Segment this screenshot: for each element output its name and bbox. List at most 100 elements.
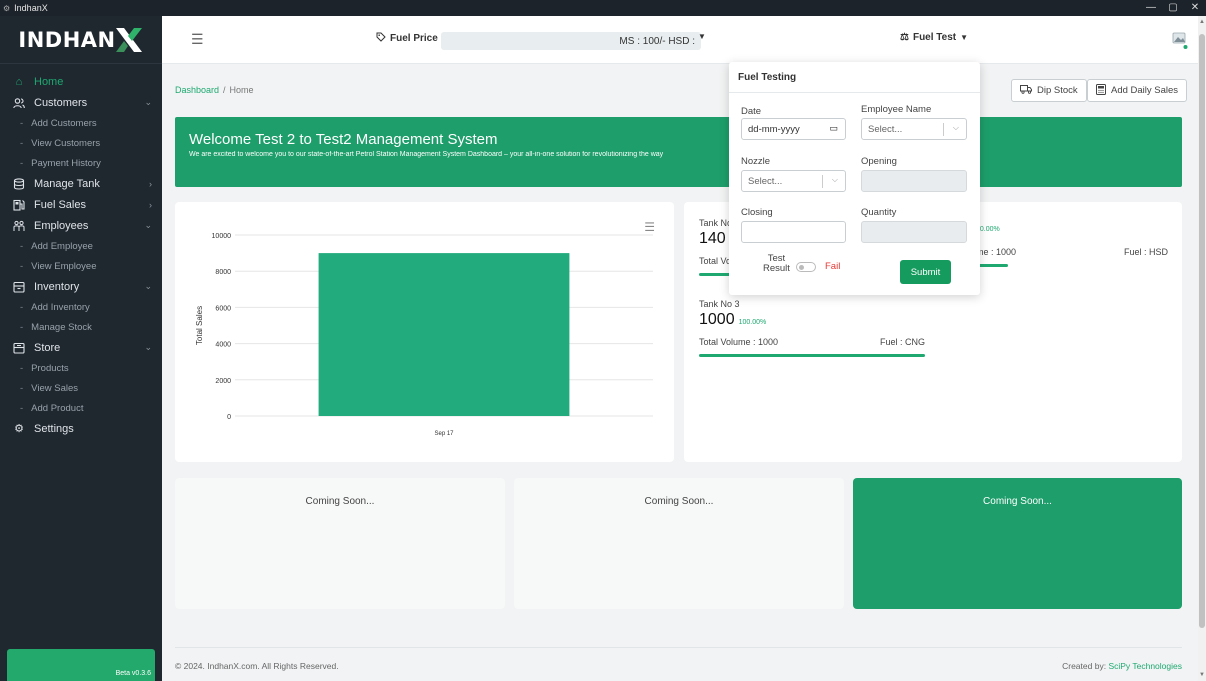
select-divider (822, 175, 823, 188)
sidebar-item-store[interactable]: Store ⌄ (0, 337, 162, 358)
fuel-price-dropdown-icon[interactable]: ▼ (698, 32, 706, 41)
footer-company-link[interactable]: SciPy Technologies (1108, 661, 1182, 671)
app-icon: ⚙ (3, 3, 11, 13)
toggle-knob (799, 265, 804, 270)
breadcrumb-separator: / (223, 85, 226, 95)
coming-soon-card: Coming Soon... (175, 478, 505, 609)
brand-logo[interactable]: INDHAN (0, 16, 162, 64)
page-scrollbar[interactable]: ▲ ▼ (1198, 16, 1206, 681)
dash-icon: - (20, 240, 24, 252)
sidebar-subitem-payment-history[interactable]: - Payment History (0, 153, 162, 173)
dash-icon: - (20, 402, 24, 414)
sidebar-subitem-add-inventory[interactable]: - Add Inventory (0, 297, 162, 317)
employee-name-label: Employee Name (861, 104, 932, 115)
sidebar-subitem-products[interactable]: - Products (0, 358, 162, 378)
nozzle-placeholder: Select... (748, 175, 783, 187)
close-window-button[interactable]: ✕ (1184, 0, 1206, 16)
sidebar-subitem-label: Payment History (31, 157, 101, 169)
sidebar-item-employees[interactable]: Employees ⌄ (0, 215, 162, 236)
sidebar-subitem-add-employee[interactable]: - Add Employee (0, 236, 162, 256)
people-icon (12, 219, 26, 233)
date-input[interactable]: dd-mm-yyyy ▭ (741, 118, 846, 140)
x-tick-label: Sep 17 (434, 431, 454, 437)
sidebar-item-home[interactable]: ⌂ Home (0, 71, 162, 92)
sidebar-item-label: Settings (34, 422, 74, 435)
closing-input[interactable] (741, 221, 846, 243)
quantity-field (861, 221, 967, 243)
beta-badge: Beta v0.3.6 (7, 649, 155, 681)
sidebar-subitem-label: View Sales (31, 382, 78, 394)
sidebar-item-label: Home (34, 75, 64, 88)
tag-icon (376, 32, 386, 45)
sidebar-item-label: Inventory (34, 280, 80, 293)
scrollbar-thumb[interactable] (1199, 34, 1205, 628)
calendar-icon[interactable]: ▭ (829, 123, 838, 134)
closing-label: Closing (741, 207, 773, 218)
scroll-up-icon[interactable]: ▲ (1199, 19, 1205, 25)
submit-button[interactable]: Submit (900, 260, 951, 284)
dash-icon: - (20, 137, 24, 149)
welcome-text: We are excited to welcome you to our sta… (189, 151, 664, 158)
test-result-label: Test Result (763, 254, 790, 274)
tank-volume: Total Volume : 1000 (699, 337, 779, 347)
coming-soon-card: Coming Soon... (853, 478, 1182, 609)
sidebar-item-fuel-sales[interactable]: Fuel Sales › (0, 194, 162, 215)
fuel-test-button[interactable]: ⚖ Fuel Test ▼ (900, 32, 968, 43)
nozzle-label: Nozzle (741, 156, 771, 167)
dash-icon: - (20, 301, 24, 313)
maximize-button[interactable]: ▢ (1162, 0, 1184, 16)
sidebar-subitem-label: Add Product (31, 402, 84, 414)
tank-fuel-type: Fuel : CNG (879, 337, 925, 347)
truck-icon (1020, 84, 1032, 97)
window-controls: — ▢ ✕ (1140, 0, 1206, 16)
breadcrumb-dashboard[interactable]: Dashboard (175, 85, 219, 95)
fuel-price-display: MS : 100/- HSD : (441, 32, 701, 50)
date-placeholder: dd-mm-yyyy (748, 123, 800, 135)
sidebar-item-inventory[interactable]: Inventory ⌄ (0, 276, 162, 297)
home-icon: ⌂ (15, 75, 23, 88)
dip-stock-button[interactable]: Dip Stock (1011, 79, 1087, 102)
fuel-price-value: MS : 100/- HSD : (619, 35, 695, 47)
tank-value-number: 140 (699, 230, 726, 247)
dash-icon: - (20, 362, 24, 374)
sidebar-subitem-view-employee[interactable]: - View Employee (0, 256, 162, 276)
sidebar-subitem-manage-stock[interactable]: - Manage Stock (0, 317, 162, 337)
dash-icon: - (20, 157, 24, 169)
y-tick-label: 0 (227, 414, 231, 421)
menu-toggle-icon[interactable]: ☰ (191, 31, 204, 48)
employee-name-select[interactable]: Select... ⌵ (861, 118, 967, 140)
sidebar-item-customers[interactable]: Customers ⌄ (0, 92, 162, 113)
scroll-down-icon[interactable]: ▼ (1199, 672, 1205, 678)
tank-fill-bar (699, 354, 925, 357)
minimize-button[interactable]: — (1140, 0, 1162, 16)
welcome-banner: Welcome Test 2 to Test2 Management Syste… (175, 117, 1182, 187)
nozzle-select[interactable]: Select... ⌵ (741, 170, 846, 192)
logo-text: INDHAN (18, 27, 116, 52)
chevron-down-icon: ⌄ (144, 342, 152, 352)
test-result-label-line2: Result (763, 263, 790, 274)
chart-bar[interactable] (318, 253, 570, 416)
fuel-pump-icon (12, 198, 26, 212)
add-daily-sales-button[interactable]: Add Daily Sales (1087, 79, 1188, 102)
coming-soon-card: Coming Soon... (514, 478, 844, 609)
sales-chart: 0 2000 4000 6000 8000 10000 Total Sales Sep 17 (195, 233, 653, 437)
gear-icon: ⚙ (14, 423, 24, 435)
sidebar-subitem-add-customers[interactable]: - Add Customers (0, 113, 162, 133)
test-result-toggle[interactable] (796, 262, 816, 272)
sidebar-subitem-add-product[interactable]: - Add Product (0, 398, 162, 418)
sidebar-item-manage-tank[interactable]: Manage Tank › (0, 173, 162, 194)
sidebar-subitem-view-sales[interactable]: - View Sales (0, 378, 162, 398)
sidebar-item-label: Customers (34, 96, 88, 109)
sidebar-item-label: Fuel Sales (34, 198, 86, 211)
users-icon (12, 96, 26, 110)
sidebar-item-settings[interactable]: ⚙ Settings (0, 418, 162, 439)
quantity-label: Quantity (861, 207, 897, 218)
fuel-test-label: Fuel Test (912, 32, 957, 43)
coming-soon-text: Coming Soon... (983, 496, 1052, 507)
sidebar-subitem-view-customers[interactable]: - View Customers (0, 133, 162, 153)
avatar[interactable] (1170, 29, 1190, 51)
chevron-down-icon: ⌵ (831, 175, 838, 184)
sidebar: INDHAN ⌂ Home Customers ⌄ - Add Customers… (0, 16, 162, 681)
footer-divider (175, 647, 1182, 648)
footer-copyright: © 2024. IndhanX.com. All Rights Reserved… (175, 661, 339, 671)
